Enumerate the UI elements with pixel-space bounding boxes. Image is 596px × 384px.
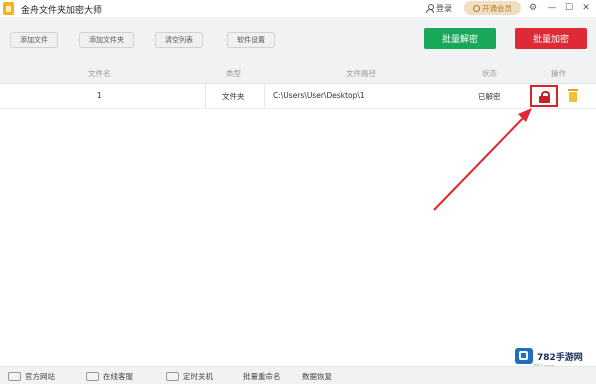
- online-service-link[interactable]: 在线客服: [86, 371, 133, 382]
- watermark: 782手游网: [515, 348, 583, 364]
- shutdown-icon: [166, 372, 179, 381]
- footer-bar: 官方网站 在线客服 定时关机 批量重命名 数据恢复: [0, 366, 596, 384]
- watermark-logo-icon: [515, 348, 533, 364]
- batch-rename-link[interactable]: 批量重命名: [243, 371, 281, 382]
- website-icon: [8, 372, 21, 381]
- scheduled-shutdown-link[interactable]: 定时关机: [166, 371, 213, 382]
- watermark-brand: 782手游网: [537, 352, 583, 363]
- official-website-link[interactable]: 官方网站: [8, 371, 55, 382]
- chat-icon: [86, 372, 99, 381]
- annotation-arrow: [433, 108, 532, 211]
- data-recovery-link[interactable]: 数据恢复: [302, 371, 332, 382]
